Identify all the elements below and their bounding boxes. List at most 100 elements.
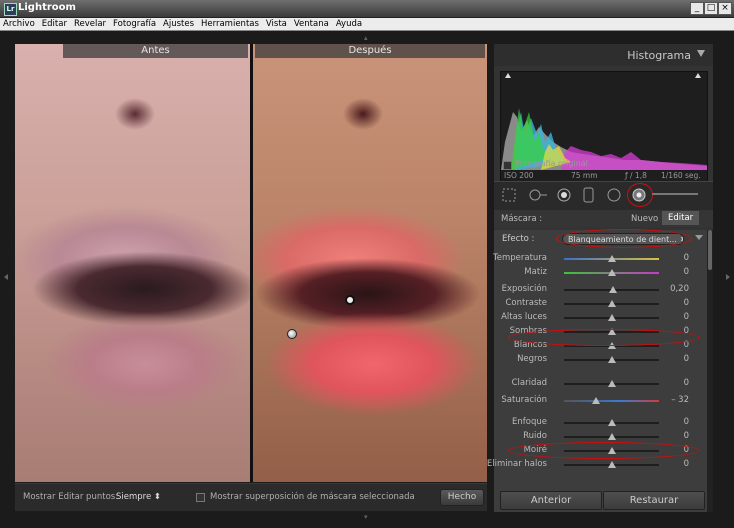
adjustment-row: Contraste 0 — [494, 297, 707, 311]
adjustment-label: Saturación — [501, 395, 547, 405]
original-photo-checkbox[interactable] — [503, 161, 512, 170]
mask-label: Máscara : — [501, 214, 543, 224]
right-panel: Histograma ISO 200 75 mm ƒ / 1,8 1/160 s… — [487, 44, 713, 512]
adjustment-value[interactable]: 0 — [684, 253, 689, 263]
crop-overlay-icon[interactable] — [502, 187, 516, 203]
adjustment-label: Ruido — [523, 431, 547, 441]
adjustment-slider[interactable] — [564, 397, 659, 404]
adjustment-value[interactable]: 0 — [684, 354, 689, 364]
menu-ajustes[interactable]: Ajustes — [163, 19, 194, 29]
radial-filter-icon[interactable] — [606, 187, 622, 203]
adjustment-row: Eliminar halos 0 — [487, 458, 707, 472]
menu-herramientas[interactable]: Herramientas — [201, 19, 259, 29]
maximize-button[interactable]: □ — [704, 2, 718, 15]
adjustment-row: Claridad 0 — [494, 377, 707, 391]
menu-vista[interactable]: Vista — [266, 19, 287, 29]
mask-edit-button[interactable]: Editar — [662, 211, 700, 225]
minimize-button[interactable]: _ — [690, 2, 704, 15]
menu-revelar[interactable]: Revelar — [74, 19, 106, 29]
menu-ventana[interactable]: Ventana — [294, 19, 329, 29]
adjustment-value[interactable]: 0 — [684, 312, 689, 322]
effect-menu-triangle-icon[interactable] — [695, 235, 703, 240]
slider-thumb-icon[interactable] — [609, 286, 618, 293]
adjustment-label: Contraste — [505, 298, 547, 308]
adjustment-value[interactable]: 0 — [684, 378, 689, 388]
adjustment-slider[interactable] — [564, 286, 659, 293]
edit-pin-active[interactable] — [345, 295, 355, 305]
adjustment-value[interactable]: 0 — [684, 298, 689, 308]
adjustment-slider[interactable] — [564, 269, 659, 276]
adjustment-label: Claridad — [511, 378, 547, 388]
bottom-panel-toggle-icon[interactable]: ▾ — [364, 513, 368, 521]
lightroom-app-icon: Lr — [4, 3, 17, 16]
adjustment-slider[interactable] — [564, 380, 659, 387]
photo-before: Antes — [15, 44, 250, 482]
adjustment-slider[interactable] — [564, 314, 659, 321]
slider-thumb-icon[interactable] — [607, 255, 616, 262]
original-photo-label: Fotografía original — [515, 159, 588, 168]
adjustment-slider[interactable] — [564, 356, 659, 363]
done-button[interactable]: Hecho — [440, 489, 484, 506]
shutter-speed: 1/160 seg. — [661, 171, 701, 180]
histogram-header[interactable]: Histograma — [494, 44, 713, 66]
adjustment-label: Eliminar halos — [486, 459, 547, 469]
mask-overlay-label: Mostrar superposición de máscara selecci… — [210, 492, 415, 502]
menu-editar[interactable]: Editar — [42, 19, 67, 29]
edit-pin[interactable] — [287, 329, 297, 339]
spot-removal-icon[interactable] — [528, 187, 548, 203]
show-pins-dropdown[interactable]: Siempre ⬍ — [116, 492, 161, 502]
menu-bar: Archivo Editar Revelar Fotografía Ajuste… — [0, 18, 734, 31]
menu-ayuda[interactable]: Ayuda — [336, 19, 362, 29]
slider-thumb-icon[interactable] — [592, 397, 601, 404]
photo-after[interactable]: Después — [253, 44, 487, 482]
adjustment-slider[interactable] — [564, 419, 659, 426]
annotation-circle-effect — [556, 229, 692, 248]
focal-length: 75 mm — [571, 171, 598, 180]
adjustment-slider[interactable] — [564, 433, 659, 440]
adjustment-row: Temperatura 0 — [492, 252, 707, 266]
mask-new-button[interactable]: Nuevo — [631, 214, 658, 224]
slider-thumb-icon[interactable] — [607, 300, 616, 307]
reset-button[interactable]: Restaurar — [603, 491, 705, 510]
adjustment-slider[interactable] — [564, 255, 659, 262]
adjustment-value[interactable]: 0 — [684, 459, 689, 469]
adjustment-value[interactable]: 0,20 — [670, 284, 689, 294]
menu-archivo[interactable]: Archivo — [3, 19, 35, 29]
adjustment-label: Temperatura — [492, 253, 547, 263]
red-eye-icon[interactable] — [556, 187, 572, 203]
title-bar: Lr Lightroom _ □ × — [0, 0, 734, 18]
previous-button[interactable]: Anterior — [500, 491, 602, 510]
panel-scrollbar[interactable] — [707, 230, 713, 512]
adjustment-value[interactable]: 0 — [684, 417, 689, 427]
graduated-filter-icon[interactable] — [582, 187, 596, 203]
photo-viewer[interactable]: Antes Después — [15, 44, 487, 482]
collapse-triangle-icon[interactable] — [697, 50, 705, 57]
annotation-circle-brush — [627, 183, 653, 207]
slider-thumb-icon[interactable] — [607, 433, 616, 440]
adjustment-value[interactable]: 0 — [684, 431, 689, 441]
highlight-clip-icon — [695, 73, 701, 78]
slider-thumb-icon[interactable] — [607, 269, 616, 276]
adjustment-label: Negros — [517, 354, 547, 364]
slider-thumb-icon[interactable] — [607, 461, 616, 468]
slider-thumb-icon[interactable] — [607, 419, 616, 426]
show-pins-label: Mostrar Editar puntos: — [23, 492, 119, 502]
adjustment-label: Enfoque — [512, 417, 547, 427]
slider-thumb-icon[interactable] — [607, 314, 616, 321]
annotation-circle-exposure — [508, 329, 700, 346]
slider-thumb-icon[interactable] — [607, 356, 616, 363]
menu-fotografia[interactable]: Fotografía — [113, 19, 156, 29]
adjustment-slider[interactable] — [564, 300, 659, 307]
top-panel-toggle-icon[interactable]: ▴ — [364, 34, 368, 42]
scrollbar-thumb[interactable] — [708, 230, 712, 270]
close-button[interactable]: × — [718, 2, 732, 15]
iso-value: ISO 200 — [504, 171, 534, 180]
right-panel-toggle-icon[interactable] — [726, 274, 730, 280]
adjustment-value[interactable]: – 32 — [671, 395, 689, 405]
mask-overlay-checkbox[interactable] — [196, 493, 205, 502]
adjustment-row: Exposición 0,20 — [494, 283, 707, 297]
slider-thumb-icon[interactable] — [607, 380, 616, 387]
adjustment-slider[interactable] — [564, 461, 659, 468]
adjustment-value[interactable]: 0 — [684, 267, 689, 277]
left-panel-toggle-icon[interactable] — [4, 274, 8, 280]
